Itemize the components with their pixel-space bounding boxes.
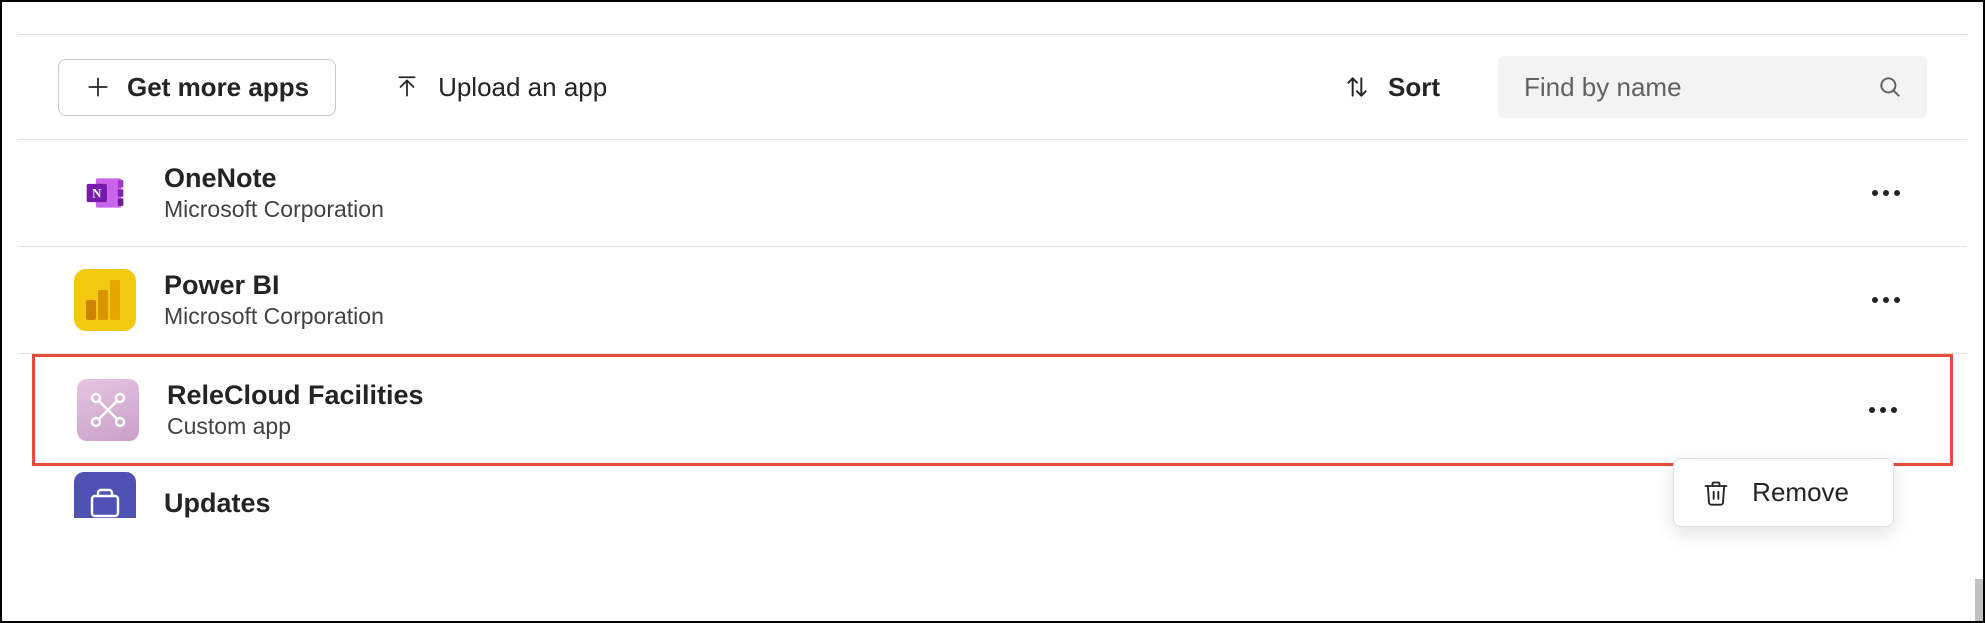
app-icon-updates [74, 472, 136, 518]
upload-app-label: Upload an app [438, 72, 607, 103]
more-icon [1871, 296, 1901, 304]
context-menu-remove: Remove [1752, 477, 1849, 508]
list-item[interactable]: N OneNote Microsoft Corporation [18, 140, 1967, 247]
upload-icon [394, 74, 420, 100]
get-more-apps-button[interactable]: Get more apps [58, 59, 336, 116]
app-icon-powerbi [74, 269, 136, 331]
search-input[interactable] [1522, 71, 1861, 104]
upload-app-button[interactable]: Upload an app [376, 60, 625, 115]
more-options-button[interactable] [1861, 290, 1911, 310]
app-text: Power BI Microsoft Corporation [164, 269, 384, 331]
more-icon [1871, 189, 1901, 197]
app-text: OneNote Microsoft Corporation [164, 162, 384, 224]
app-publisher: Custom app [167, 413, 424, 441]
apps-list: N OneNote Microsoft Corporation Power BI… [18, 140, 1967, 518]
more-icon [1868, 406, 1898, 414]
app-icon-relecloud [77, 379, 139, 441]
app-name: ReleCloud Facilities [167, 379, 424, 411]
sort-button[interactable]: Sort [1326, 60, 1458, 115]
search-icon [1877, 74, 1903, 100]
more-options-button[interactable] [1858, 400, 1908, 420]
plus-icon [85, 74, 111, 100]
more-options-button[interactable] [1861, 183, 1911, 203]
app-publisher: Microsoft Corporation [164, 196, 384, 224]
app-text: ReleCloud Facilities Custom app [167, 379, 424, 441]
app-text: Updates [164, 487, 271, 518]
get-more-apps-label: Get more apps [127, 72, 309, 103]
list-item-highlighted[interactable]: ReleCloud Facilities Custom app Remove [32, 354, 1953, 466]
scrollbar[interactable] [1975, 579, 1983, 621]
app-icon-onenote: N [74, 162, 136, 224]
sort-label: Sort [1388, 72, 1440, 103]
app-name: OneNote [164, 162, 384, 194]
svg-text:N: N [92, 187, 102, 201]
search-box[interactable] [1498, 56, 1927, 118]
trash-icon [1702, 479, 1730, 507]
sort-icon [1344, 74, 1370, 100]
app-name: Power BI [164, 269, 384, 301]
apps-toolbar: Get more apps Upload an app Sort [18, 34, 1967, 140]
context-menu[interactable]: Remove [1673, 458, 1894, 527]
list-item[interactable]: Power BI Microsoft Corporation [18, 247, 1967, 354]
app-publisher: Microsoft Corporation [164, 303, 384, 331]
app-name: Updates [164, 487, 271, 518]
